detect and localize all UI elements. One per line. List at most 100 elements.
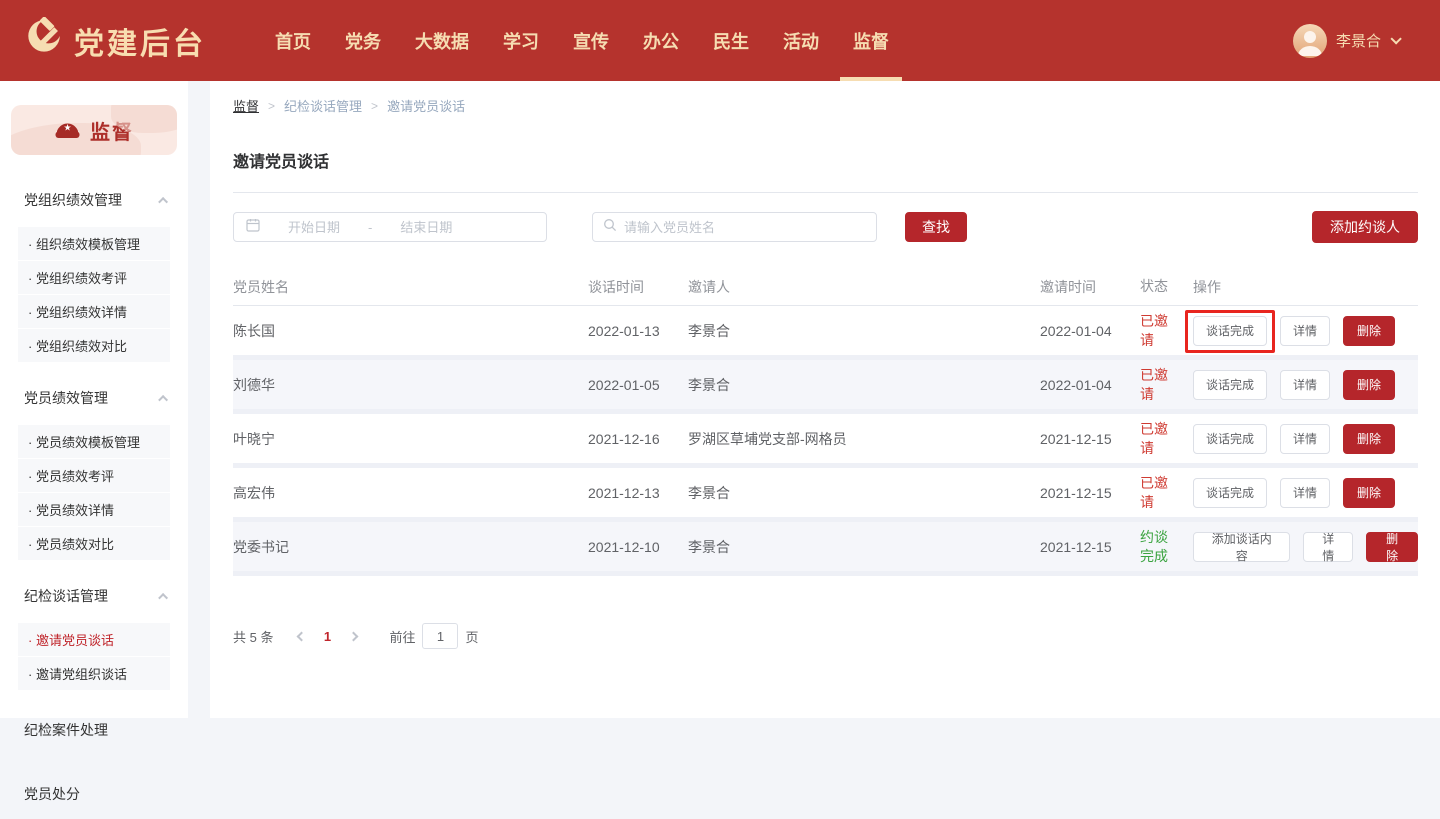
sidebar-item-member-compare[interactable]: · 党员绩效对比 [18, 527, 170, 561]
cell-inviter: 罗湖区草埔党支部-网格员 [688, 429, 1040, 449]
chevron-right-icon [349, 631, 359, 641]
previous-page-button[interactable] [289, 624, 313, 648]
detail-button[interactable]: 详情 [1280, 370, 1330, 400]
chevron-up-icon [158, 592, 168, 602]
sidebar-banner-label: 监督 [90, 116, 134, 145]
breadcrumb-invite-member-talk: 邀请党员谈话 [387, 96, 465, 115]
nav-item-livelihood[interactable]: 民生 [696, 0, 766, 81]
search-input[interactable] [624, 220, 866, 235]
cell-invite-date: 2022-01-04 [1040, 323, 1140, 339]
cell-inviter: 李景合 [688, 321, 1040, 341]
sidebar-section-org-performance[interactable]: 党组织绩效管理 [0, 175, 188, 225]
sidebar-menu: 党组织绩效管理 · 组织绩效模板管理 · 党组织绩效考评 · 党组织绩效详情 ·… [0, 175, 188, 819]
submenu-org-performance: · 组织绩效模板管理 · 党组织绩效考评 · 党组织绩效详情 · 党组织绩效对比 [18, 227, 170, 363]
status-badge: 已邀请 [1140, 366, 1193, 404]
nav-item-study[interactable]: 学习 [486, 0, 556, 81]
date-range-picker[interactable]: - [233, 212, 547, 242]
section-title: 党组织绩效管理 [24, 190, 122, 210]
search-button[interactable]: 查找 [905, 212, 967, 242]
col-header-invite-time: 邀请时间 [1040, 277, 1140, 297]
cell-talk-date: 2022-01-05 [588, 377, 688, 393]
breadcrumb-supervision[interactable]: 监督 [233, 96, 259, 115]
cell-inviter: 李景合 [688, 483, 1040, 503]
add-talk-content-button[interactable]: 添加谈话内容 [1193, 532, 1290, 562]
nav-item-home[interactable]: 首页 [258, 0, 328, 81]
sidebar-module-banner: ★ 监督 [11, 105, 177, 155]
delete-button[interactable]: 删除 [1343, 424, 1395, 454]
table-row: 陈长国 2022-01-13 李景合 2022-01-04 已邀请 谈话完成 详… [233, 306, 1418, 360]
nav-item-activity[interactable]: 活动 [766, 0, 836, 81]
sidebar-section-discipline-talk[interactable]: 纪检谈话管理 [0, 571, 188, 621]
section-title: 纪检案件处理 [24, 720, 108, 740]
sidebar-item-invite-member-talk[interactable]: · 邀请党员谈话 [18, 623, 170, 657]
breadcrumb-separator: > [371, 99, 378, 113]
sidebar-section-member-punishment[interactable]: 党员处分 [0, 769, 188, 819]
add-interviewee-button[interactable]: 添加约谈人 [1312, 211, 1418, 243]
talk-complete-button[interactable]: 谈话完成 [1193, 316, 1267, 346]
sidebar-section-discipline-case[interactable]: 纪检案件处理 [0, 705, 188, 755]
end-date-input[interactable] [376, 220, 476, 235]
breadcrumb: 监督 > 纪检谈话管理 > 邀请党员谈话 [233, 81, 1418, 115]
talk-complete-button[interactable]: 谈话完成 [1193, 424, 1267, 454]
nav-item-supervision[interactable]: 监督 [836, 0, 906, 81]
talk-complete-button[interactable]: 谈话完成 [1193, 370, 1267, 400]
cell-talk-date: 2022-01-13 [588, 323, 688, 339]
table-row: 党委书记 2021-12-10 李景合 2021-12-15 约谈完成 添加谈话… [233, 522, 1418, 576]
cell-inviter: 李景合 [688, 375, 1040, 395]
talk-invitation-table: 党员姓名 谈话时间 邀请人 邀请时间 状态 操作 陈长国 2022-01-13 … [233, 268, 1418, 576]
nav-item-office[interactable]: 办公 [626, 0, 696, 81]
col-header-actions: 操作 [1193, 277, 1418, 297]
detail-button[interactable]: 详情 [1280, 316, 1330, 346]
delete-button[interactable]: 删除 [1343, 316, 1395, 346]
delete-button[interactable]: 删除 [1343, 478, 1395, 508]
page-number-1[interactable]: 1 [313, 629, 341, 644]
cell-member-name: 党委书记 [233, 537, 588, 557]
submenu-member-performance: · 党员绩效模板管理 · 党员绩效考评 · 党员绩效详情 · 党员绩效对比 [18, 425, 170, 561]
app-logo[interactable]: 党建后台 [22, 17, 206, 64]
detail-button[interactable]: 详情 [1280, 478, 1330, 508]
avatar [1293, 24, 1327, 58]
sidebar-item-org-detail[interactable]: · 党组织绩效详情 [18, 295, 170, 329]
talk-complete-button[interactable]: 谈话完成 [1193, 478, 1267, 508]
start-date-input[interactable] [264, 220, 364, 235]
row-actions: 谈话完成 详情 删除 [1193, 370, 1418, 400]
table-row: 高宏伟 2021-12-13 李景合 2021-12-15 已邀请 谈话完成 详… [233, 468, 1418, 522]
col-header-status: 状态 [1140, 277, 1193, 296]
pagination-total: 共 5 条 [233, 627, 273, 646]
col-header-talk-time: 谈话时间 [588, 277, 688, 297]
sidebar-item-member-template[interactable]: · 党员绩效模板管理 [18, 425, 170, 459]
next-page-button[interactable] [341, 624, 365, 648]
sidebar-item-org-template[interactable]: · 组织绩效模板管理 [18, 227, 170, 261]
sidebar-item-member-review[interactable]: · 党员绩效考评 [18, 459, 170, 493]
nav-item-party-affairs[interactable]: 党务 [328, 0, 398, 81]
col-header-member-name: 党员姓名 [233, 277, 588, 297]
table-row: 刘德华 2022-01-05 李景合 2022-01-04 已邀请 谈话完成 详… [233, 360, 1418, 414]
delete-button[interactable]: 删除 [1343, 370, 1395, 400]
sidebar-item-member-detail[interactable]: · 党员绩效详情 [18, 493, 170, 527]
cell-talk-date: 2021-12-13 [588, 485, 688, 501]
row-actions: 谈话完成 详情 删除 [1193, 316, 1418, 346]
detail-button[interactable]: 详情 [1303, 532, 1353, 562]
submenu-discipline-talk: · 邀请党员谈话 · 邀请党组织谈话 [18, 623, 170, 691]
breadcrumb-separator: > [268, 99, 275, 113]
breadcrumb-discipline-talk[interactable]: 纪检谈话管理 [284, 96, 362, 115]
detail-button[interactable]: 详情 [1280, 424, 1330, 454]
sidebar-section-member-performance[interactable]: 党员绩效管理 [0, 373, 188, 423]
sidebar-item-org-compare[interactable]: · 党组织绩效对比 [18, 329, 170, 363]
sidebar: ★ 监督 党组织绩效管理 · 组织绩效模板管理 · 党组织绩效考评 · 党组织绩… [0, 81, 188, 718]
divider [233, 192, 1418, 193]
nav-item-big-data[interactable]: 大数据 [398, 0, 486, 81]
sidebar-item-invite-org-talk[interactable]: · 邀请党组织谈话 [18, 657, 170, 691]
cell-invite-date: 2021-12-15 [1040, 431, 1140, 447]
sidebar-item-org-review[interactable]: · 党组织绩效考评 [18, 261, 170, 295]
goto-page-input[interactable] [422, 623, 458, 649]
page-title: 邀请党员谈话 [233, 148, 1418, 172]
delete-button[interactable]: 删除 [1366, 532, 1418, 562]
member-name-search[interactable] [592, 212, 877, 242]
status-badge: 已邀请 [1140, 312, 1193, 350]
cell-invite-date: 2022-01-04 [1040, 377, 1140, 393]
user-menu[interactable]: 李景合 [1293, 24, 1398, 58]
chevron-up-icon [158, 196, 168, 206]
table-header: 党员姓名 谈话时间 邀请人 邀请时间 状态 操作 [233, 268, 1418, 306]
nav-item-publicity[interactable]: 宣传 [556, 0, 626, 81]
